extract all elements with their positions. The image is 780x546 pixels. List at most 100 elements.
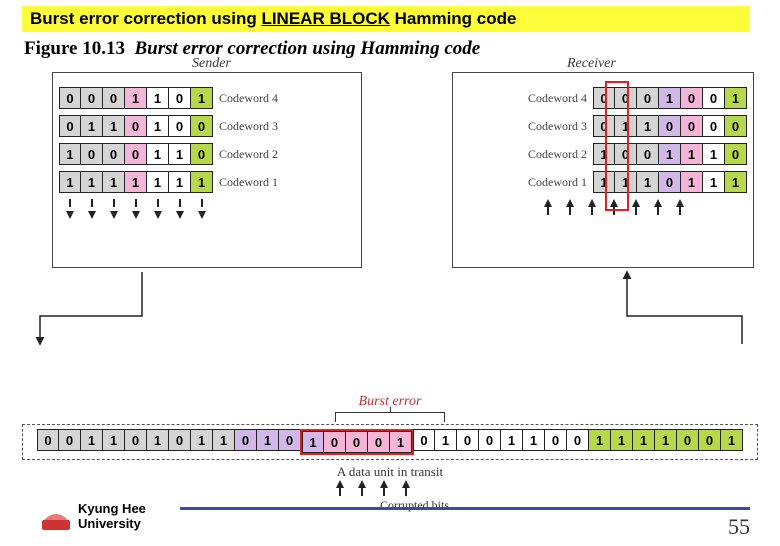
sender-box: 0001101Codeword 40110100Codeword 3100011… <box>52 72 362 268</box>
bit-cell: 0 <box>125 143 147 165</box>
codeword-label: Codeword 1 <box>528 175 587 190</box>
bit-cell: 1 <box>659 87 681 109</box>
bit-cell: 0 <box>703 115 725 137</box>
bit-cell: 0 <box>346 431 368 453</box>
bit-cell: 0 <box>59 115 81 137</box>
sender-label: Sender <box>192 56 231 72</box>
column-arrow-icon <box>588 199 596 219</box>
slide-title: Burst error correction using LINEAR BLOC… <box>22 6 750 32</box>
university-name: Kyung Hee University <box>78 502 146 532</box>
bit-cell: 0 <box>169 87 191 109</box>
bit-cell: 1 <box>703 171 725 193</box>
bit-cell: 1 <box>169 171 191 193</box>
bit-cell: 0 <box>169 115 191 137</box>
bit-cell: 0 <box>567 429 589 451</box>
title-post: Hamming code <box>390 9 517 28</box>
page-number: 55 <box>728 514 750 540</box>
bit-cell: 1 <box>191 87 213 109</box>
bit-cell: 1 <box>589 429 611 451</box>
column-arrow-icon <box>566 199 574 219</box>
bit-cell: 1 <box>125 87 147 109</box>
bit-cell: 0 <box>637 87 659 109</box>
column-arrow-icon <box>676 199 684 219</box>
bit-cell: 1 <box>390 431 412 453</box>
bit-cell: 0 <box>59 87 81 109</box>
bit-cell: 0 <box>659 171 681 193</box>
bit-cell: 1 <box>147 115 169 137</box>
bit-cell: 1 <box>125 171 147 193</box>
burst-error-group: 10001 <box>300 429 414 455</box>
bit-cell: 1 <box>659 143 681 165</box>
bit-cell: 0 <box>681 87 703 109</box>
bit-cell: 1 <box>637 171 659 193</box>
data-unit-strip: 00110101101010001010011001111001 <box>22 424 758 460</box>
bit-cell: 0 <box>659 115 681 137</box>
university-line2: University <box>78 516 141 531</box>
receiver-label: Receiver <box>567 56 616 72</box>
bit-cell: 1 <box>637 115 659 137</box>
bit-cell: 1 <box>721 429 743 451</box>
bit-cell: 1 <box>169 143 191 165</box>
codeword-row: 0001101Codeword 4 <box>59 87 355 109</box>
codeword-row: 1110111Codeword 1 <box>459 171 747 193</box>
bit-cell: 1 <box>615 115 637 137</box>
column-arrow-icon <box>66 199 74 219</box>
bit-cell: 0 <box>169 429 191 451</box>
bit-cell: 1 <box>681 143 703 165</box>
bit-cell: 0 <box>103 87 125 109</box>
university-logo-icon <box>40 506 72 534</box>
bit-cell: 0 <box>103 143 125 165</box>
figure-number: Figure 10.13 <box>24 38 125 59</box>
bit-cell: 1 <box>191 429 213 451</box>
bit-cell: 1 <box>725 171 747 193</box>
bit-cell: 1 <box>103 115 125 137</box>
bit-cell: 1 <box>593 171 615 193</box>
footer-rule <box>180 507 750 510</box>
bit-cell: 0 <box>615 87 637 109</box>
bit-cell: 1 <box>147 143 169 165</box>
bit-cell: 0 <box>457 429 479 451</box>
bit-cell: 1 <box>655 429 677 451</box>
bit-cell: 0 <box>37 429 59 451</box>
bit-cell: 1 <box>191 171 213 193</box>
diagram-area: Sender Receiver 0001101Codeword 40110100… <box>22 62 758 362</box>
codeword-row: 1111111Codeword 1 <box>59 171 355 193</box>
codeword-row: 1001110Codeword 2 <box>459 143 747 165</box>
bit-cell: 1 <box>147 429 169 451</box>
bit-cell: 1 <box>103 171 125 193</box>
column-arrow-icon <box>176 199 184 219</box>
bit-cell: 1 <box>435 429 457 451</box>
figure-caption: Burst error correction using Hamming cod… <box>134 38 480 59</box>
column-arrow-icon <box>110 199 118 219</box>
column-arrow-icon <box>610 199 618 219</box>
bit-cell: 1 <box>501 429 523 451</box>
column-arrow-icon <box>198 199 206 219</box>
codeword-label: Codeword 3 <box>528 119 587 134</box>
bit-cell: 1 <box>103 429 125 451</box>
bit-cell: 1 <box>611 429 633 451</box>
bit-cell: 0 <box>413 429 435 451</box>
title-pre: Burst error correction using <box>30 9 261 28</box>
bit-cell: 0 <box>125 429 147 451</box>
bit-cell: 0 <box>235 429 257 451</box>
title-linear-block: LINEAR BLOCK <box>261 9 389 28</box>
bit-cell: 0 <box>593 87 615 109</box>
bit-cell: 0 <box>368 431 390 453</box>
bit-cell: 0 <box>637 143 659 165</box>
codeword-label: Codeword 2 <box>219 147 278 162</box>
footer: Kyung Hee University 55 <box>0 488 780 540</box>
codeword-label: Codeword 3 <box>219 119 278 134</box>
codeword-row: 0110100Codeword 3 <box>59 115 355 137</box>
bit-cell: 1 <box>257 429 279 451</box>
bit-cell: 1 <box>633 429 655 451</box>
bit-cell: 1 <box>681 171 703 193</box>
bit-cell: 0 <box>81 87 103 109</box>
bit-cell: 0 <box>703 87 725 109</box>
bit-cell: 1 <box>593 143 615 165</box>
bit-cell: 0 <box>677 429 699 451</box>
bit-cell: 0 <box>81 143 103 165</box>
bit-cell: 1 <box>615 171 637 193</box>
bit-cell: 0 <box>125 115 147 137</box>
codeword-label: Codeword 2 <box>528 147 587 162</box>
column-arrow-icon <box>544 199 552 219</box>
